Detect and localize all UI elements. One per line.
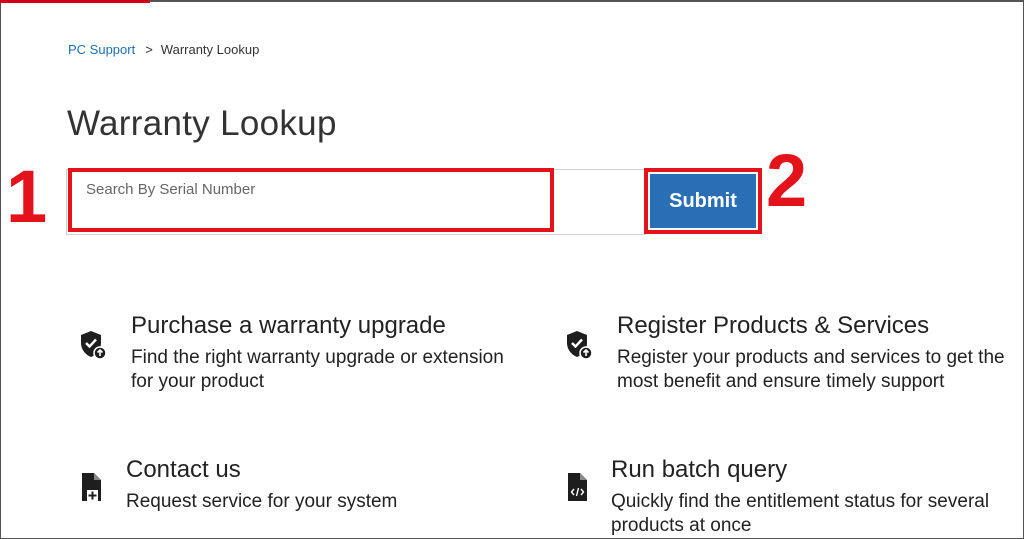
card-description-line: products at once — [611, 515, 752, 536]
breadcrumb-link-pc-support[interactable]: PC Support — [68, 42, 135, 57]
breadcrumb: PC Support > Warranty Lookup — [68, 42, 259, 57]
top-border — [150, 0, 1024, 2]
breadcrumb-current: Warranty Lookup — [160, 42, 260, 57]
top-accent-bar — [0, 0, 150, 3]
card-title[interactable]: Run batch query — [611, 456, 787, 484]
document-add-icon — [80, 472, 106, 502]
annotation-number-1: 1 — [6, 155, 48, 238]
card-title[interactable]: Contact us — [126, 456, 241, 484]
breadcrumb-separator: > — [145, 42, 153, 57]
document-code-icon — [566, 472, 592, 502]
serial-number-highlight-box — [68, 168, 554, 232]
annotation-number-2: 2 — [766, 139, 808, 222]
card-title[interactable]: Register Products & Services — [617, 312, 929, 340]
shield-check-upgrade-icon — [566, 330, 593, 360]
card-description: Quickly find the entitlement status for … — [611, 490, 989, 538]
card-title[interactable]: Purchase a warranty upgrade — [131, 312, 446, 340]
card-description-line: Request service for your system — [126, 491, 398, 512]
serial-number-search-input[interactable] — [72, 172, 550, 228]
submit-button[interactable]: Submit — [650, 174, 756, 228]
shield-check-upgrade-icon — [80, 330, 107, 360]
card-description-line: Quickly find the entitlement status for … — [611, 491, 990, 512]
card-description-line: most benefit and ensure timely support — [617, 371, 945, 392]
card-description: Find the right warranty upgrade or exten… — [131, 346, 504, 394]
card-description-line: Register your products and services to g… — [617, 347, 1005, 368]
card-description-line: for your product — [131, 371, 265, 392]
card-description: Request service for your system — [126, 490, 397, 514]
card-description: Register your products and services to g… — [617, 346, 1005, 394]
card-description-line: Find the right warranty upgrade or exten… — [131, 347, 504, 368]
page-title: Warranty Lookup — [67, 104, 337, 143]
